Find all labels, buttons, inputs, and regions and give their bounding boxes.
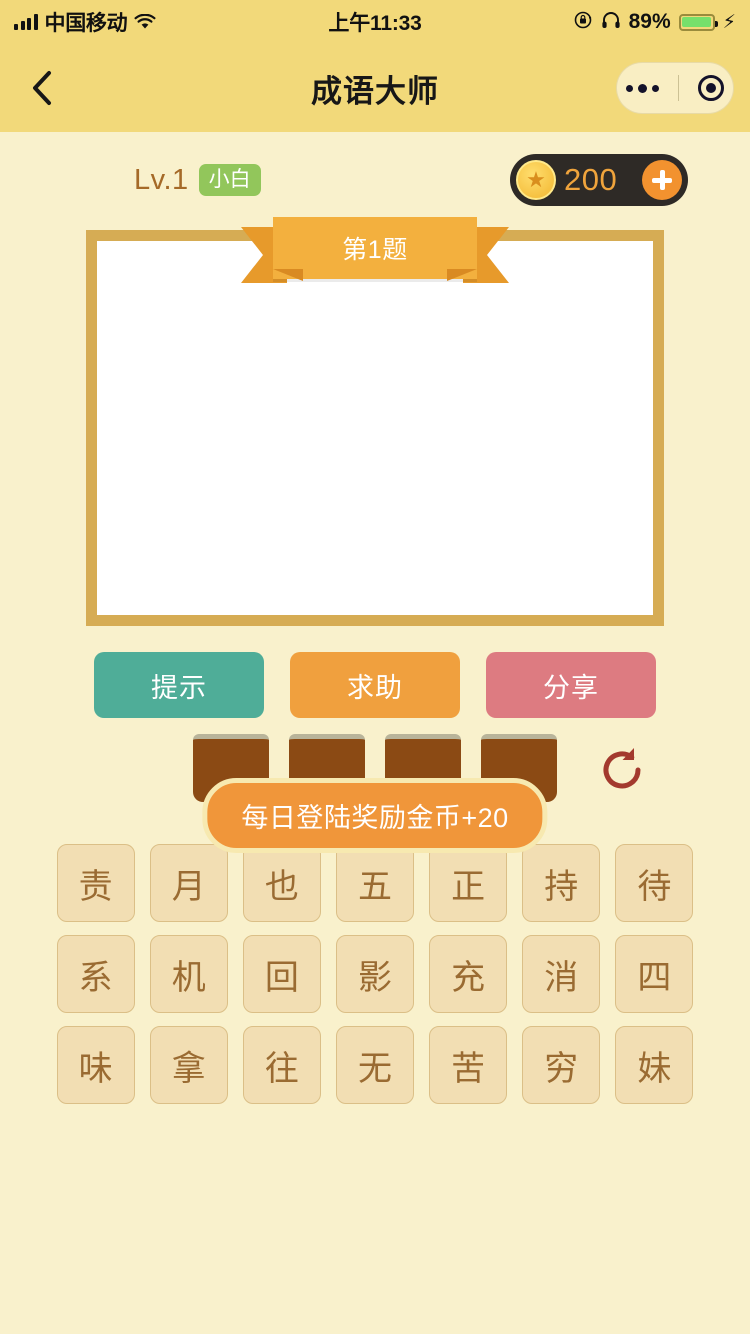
player-info-row: Lv.1 小白 ★ 200 [0, 152, 750, 208]
wifi-icon [134, 14, 156, 30]
headphones-icon [601, 11, 621, 34]
more-dots-icon[interactable] [626, 83, 660, 93]
character-tile[interactable]: 无 [335, 1026, 414, 1104]
lightning-bolt-icon: ⚡ [722, 11, 736, 33]
rotation-lock-icon [573, 10, 593, 35]
character-tile[interactable]: 充 [429, 935, 508, 1013]
status-bar-left: 中国移动 [14, 7, 156, 37]
question-board-wrap: 第1题 [0, 217, 750, 626]
character-tile[interactable]: 妹 [615, 1026, 694, 1104]
share-button[interactable]: 分享 [486, 652, 656, 718]
character-tile[interactable]: 往 [242, 1026, 321, 1104]
character-tile[interactable]: 五 [335, 844, 414, 922]
character-tile[interactable]: 系 [56, 935, 135, 1013]
refresh-icon [603, 748, 641, 789]
level-label: Lv.1 [134, 163, 189, 196]
help-button[interactable]: 求助 [290, 652, 460, 718]
wechat-capsule[interactable] [616, 62, 734, 114]
question-number-label: 第1题 [273, 217, 477, 279]
status-bar-right: 89% ⚡ [573, 10, 736, 35]
question-image-panel: 第1题 [86, 217, 664, 626]
signal-bars-icon [14, 14, 38, 30]
character-tile[interactable]: 味 [56, 1026, 135, 1104]
character-tile-grid: 责 月 也 五 正 持 待 系 机 回 影 充 消 四 味 拿 往 无 苦 穷 … [55, 844, 695, 1104]
add-coins-button[interactable] [642, 160, 682, 200]
battery-percent-label: 89% [628, 10, 671, 33]
character-tile[interactable]: 责 [56, 844, 135, 922]
rank-badge: 小白 [198, 164, 261, 196]
carrier-label: 中国移动 [44, 12, 128, 35]
coin-pill[interactable]: ★ 200 [510, 154, 688, 206]
character-tile[interactable]: 也 [242, 844, 321, 922]
question-ribbon: 第1题 [241, 217, 509, 283]
character-tile[interactable]: 月 [149, 844, 228, 922]
character-tile[interactable]: 拿 [149, 1026, 228, 1104]
daily-reward-toast: 每日登陆奖励金币+20 [202, 778, 548, 853]
character-tile[interactable]: 正 [429, 844, 508, 922]
character-tile[interactable]: 消 [522, 935, 601, 1013]
character-tile[interactable]: 穷 [522, 1026, 601, 1104]
status-bar: 中国移动 上午11:33 89% ⚡ [0, 0, 750, 44]
refresh-button[interactable] [594, 742, 650, 798]
action-button-row: 提示 求助 分享 [0, 652, 750, 718]
coin-count-label: 200 [564, 162, 618, 197]
character-tile[interactable]: 影 [335, 935, 414, 1013]
circle-target-icon[interactable] [697, 75, 724, 101]
level-group: Lv.1 小白 [134, 164, 261, 197]
character-tile[interactable]: 回 [242, 935, 321, 1013]
character-tile[interactable]: 苦 [429, 1026, 508, 1104]
nav-bar: 成语大师 [0, 44, 750, 132]
character-tile[interactable]: 四 [615, 935, 694, 1013]
character-tile[interactable]: 待 [615, 844, 694, 922]
capsule-divider [677, 75, 679, 101]
back-button[interactable] [22, 68, 62, 108]
hint-button[interactable]: 提示 [94, 652, 264, 718]
battery-icon [678, 13, 718, 31]
character-tile[interactable]: 机 [149, 935, 228, 1013]
character-tile[interactable]: 持 [522, 844, 601, 922]
star-coin-icon: ★ [516, 160, 556, 200]
back-chevron-icon [33, 71, 51, 105]
